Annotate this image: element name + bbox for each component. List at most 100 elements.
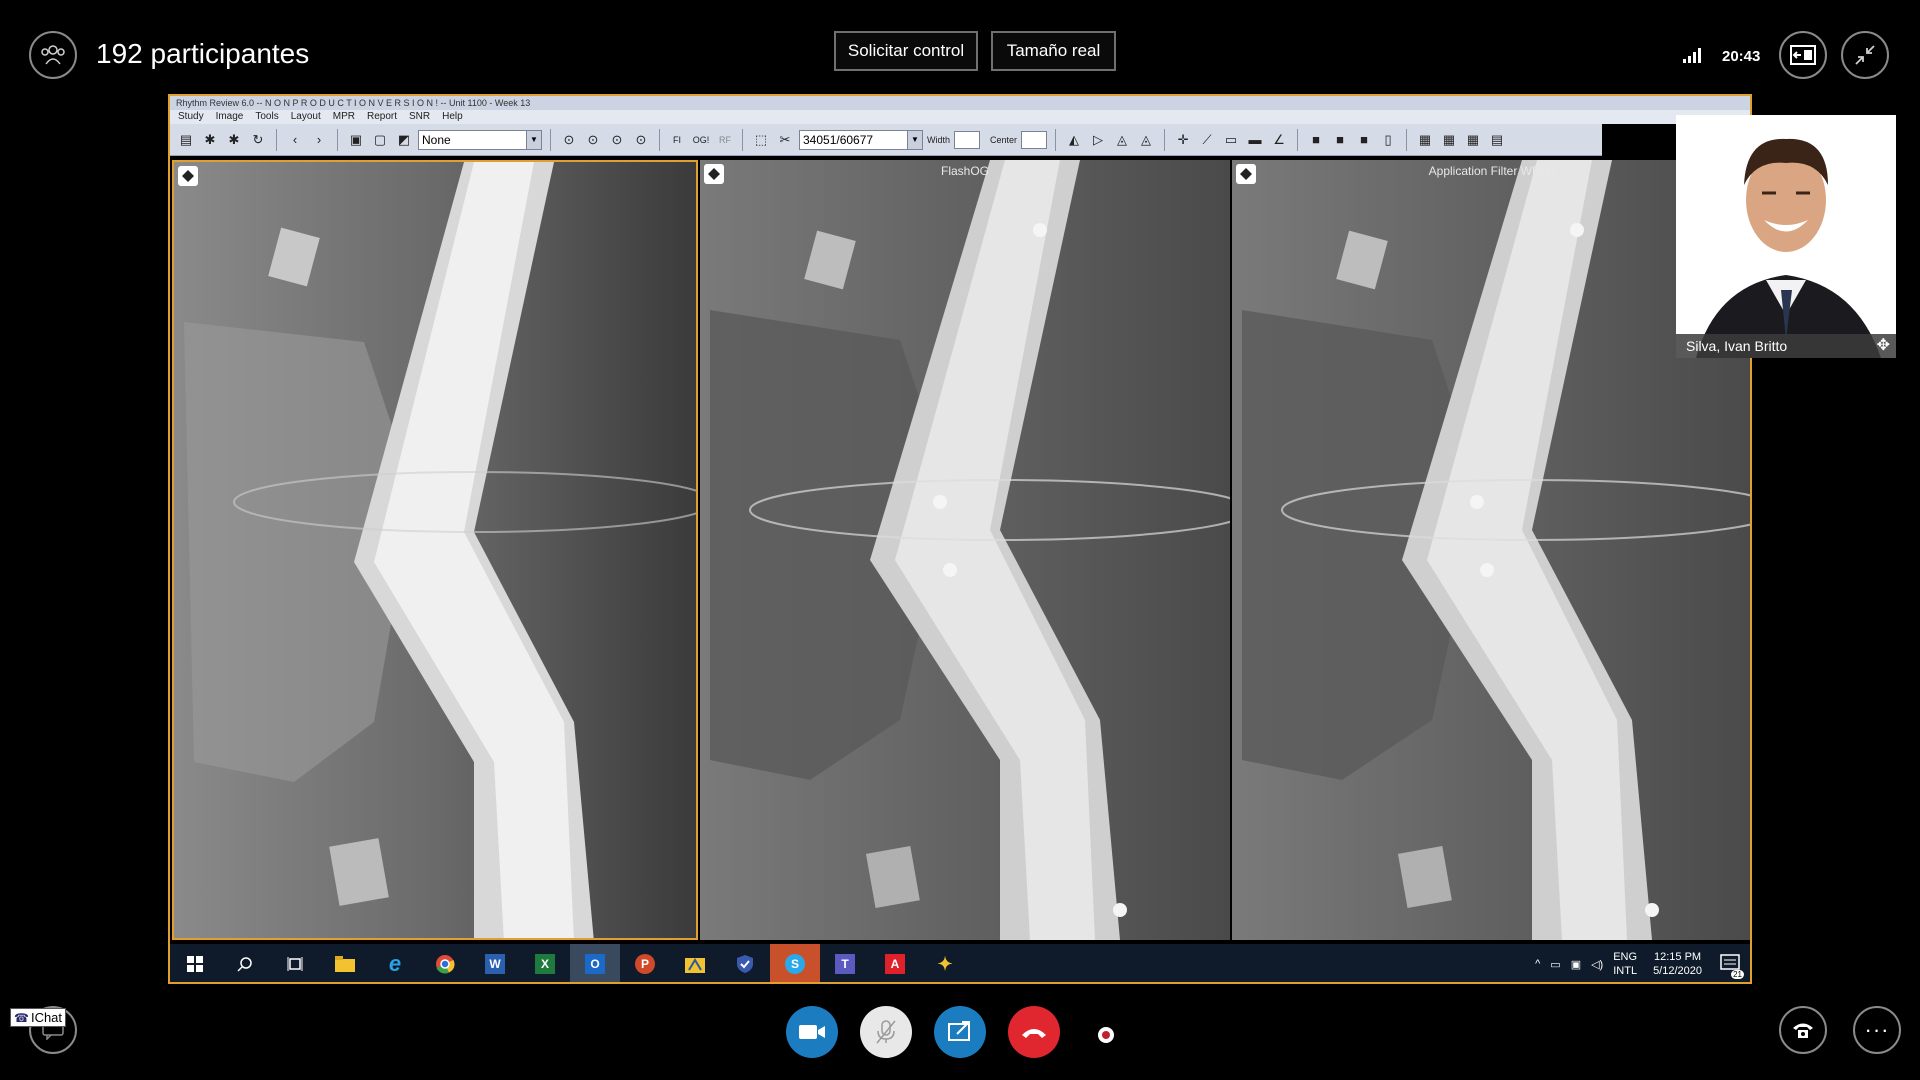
- signal-strength-icon: [1683, 48, 1701, 63]
- chevron-down-icon: ▼: [526, 130, 541, 149]
- teams-icon[interactable]: T: [820, 944, 870, 982]
- ichat-badge[interactable]: ☎ IChat: [10, 1008, 67, 1027]
- zoom-2x-icon[interactable]: ⊙: [583, 130, 603, 150]
- word-icon[interactable]: W: [470, 944, 520, 982]
- settings-gear-icon[interactable]: ✱: [200, 130, 220, 150]
- exit-fullscreen-button[interactable]: [1841, 31, 1889, 79]
- region-select-icon[interactable]: ▣: [346, 130, 366, 150]
- layout-1-icon[interactable]: ■: [1306, 130, 1326, 150]
- filter-fi[interactable]: FI: [668, 135, 686, 145]
- filter-og[interactable]: OG!: [690, 135, 712, 145]
- excel-icon[interactable]: X: [520, 944, 570, 982]
- settings-gear-alt-icon[interactable]: ✱: [224, 130, 244, 150]
- grid-3x2-icon[interactable]: ▦: [1439, 130, 1459, 150]
- powerpoint-icon[interactable]: P: [620, 944, 670, 982]
- bulb-app-icon[interactable]: ✦: [920, 944, 970, 982]
- width-input[interactable]: [954, 130, 981, 149]
- mute-button[interactable]: [860, 1006, 912, 1058]
- hang-up-button[interactable]: [1008, 1006, 1060, 1058]
- input-language[interactable]: ENG INTL: [1613, 950, 1637, 978]
- participant-video-tile[interactable]: [1676, 115, 1896, 358]
- toolbar-divider: [1406, 128, 1408, 151]
- refresh-icon[interactable]: ↻: [248, 130, 268, 150]
- share-screen-button[interactable]: [934, 1006, 986, 1058]
- filter-rf[interactable]: RF: [716, 135, 734, 145]
- windows-start-icon[interactable]: [170, 944, 220, 982]
- previous-icon[interactable]: ‹: [285, 130, 305, 150]
- system-tray: ^ ▭ ▣ ◁) ENG INTL 12:15 PM 5/12/2020 21: [1535, 944, 1744, 982]
- battery-icon[interactable]: ▭: [1550, 958, 1560, 971]
- layout-2-icon[interactable]: ■: [1330, 130, 1350, 150]
- ruler-icon[interactable]: ▬: [1245, 130, 1265, 150]
- video-toggle-button[interactable]: [786, 1006, 838, 1058]
- auto-contrast-icon[interactable]: ✂: [775, 130, 795, 150]
- crosshair-icon[interactable]: ✛: [1173, 130, 1193, 150]
- shared-screen: Rhythm Review 6.0 -- N O N P R O D U C T…: [168, 94, 1752, 984]
- grid-2x2-icon[interactable]: ▦: [1415, 130, 1435, 150]
- xray-image: [700, 160, 1230, 940]
- xray-pane-weld-filter[interactable]: Application Filter WELD: [1232, 160, 1750, 940]
- app-menu-bar: Study Image Tools Layout MPR Report SNR …: [170, 110, 1750, 124]
- menu-help[interactable]: Help: [442, 110, 463, 124]
- taskbar-clock[interactable]: 12:15 PM 5/12/2020: [1653, 950, 1702, 978]
- xray-pane-original[interactable]: [172, 160, 698, 940]
- menu-layout[interactable]: Layout: [291, 110, 321, 124]
- layout-3-icon[interactable]: ■: [1354, 130, 1374, 150]
- xray-pane-flashog[interactable]: FlashOG: [700, 160, 1230, 940]
- zoom-1x-icon[interactable]: ⊙: [559, 130, 579, 150]
- acrobat-icon[interactable]: A: [870, 944, 920, 982]
- profile-icon[interactable]: ▭: [1221, 130, 1241, 150]
- chrome-icon[interactable]: [420, 944, 470, 982]
- layout-4-icon[interactable]: ▯: [1378, 130, 1398, 150]
- flip-right-icon[interactable]: ▷: [1088, 130, 1108, 150]
- folder-app-icon[interactable]: [670, 944, 720, 982]
- task-view-icon[interactable]: [270, 944, 320, 982]
- menu-image[interactable]: Image: [216, 110, 244, 124]
- action-center-icon[interactable]: 21: [1720, 953, 1744, 979]
- menu-snr[interactable]: SNR: [409, 110, 430, 124]
- window-level-icon[interactable]: ⬚: [751, 130, 771, 150]
- shield-app-icon[interactable]: [720, 944, 770, 982]
- skype-icon[interactable]: S: [770, 944, 820, 982]
- outlook-icon[interactable]: O: [570, 944, 620, 982]
- center-input[interactable]: [1021, 130, 1048, 149]
- grid-custom-icon[interactable]: ▤: [1487, 130, 1507, 150]
- participants-button[interactable]: [29, 31, 77, 79]
- call-controls-button[interactable]: [1779, 1006, 1827, 1054]
- menu-mpr[interactable]: MPR: [333, 110, 355, 124]
- width-label: Width: [927, 134, 951, 145]
- annotate-icon[interactable]: ◩: [394, 130, 414, 150]
- toolbar-divider: [1297, 128, 1299, 151]
- open-study-icon[interactable]: ▤: [176, 130, 196, 150]
- zoom-3x-icon[interactable]: ⊙: [607, 130, 627, 150]
- participant-count: 192 participantes: [96, 38, 310, 69]
- zoom-fit-icon[interactable]: ⊙: [631, 130, 651, 150]
- actual-size-button[interactable]: Tamaño real: [991, 31, 1116, 71]
- file-explorer-icon[interactable]: [320, 944, 370, 982]
- region-clear-icon[interactable]: ▢: [370, 130, 390, 150]
- angle-icon[interactable]: ∠: [1269, 130, 1289, 150]
- search-icon[interactable]: [220, 944, 270, 982]
- popout-button[interactable]: [1779, 31, 1827, 79]
- grid-3x3-icon[interactable]: ▦: [1463, 130, 1483, 150]
- preset-select[interactable]: None ▼: [418, 129, 542, 150]
- network-icon[interactable]: ▣: [1571, 958, 1581, 971]
- next-icon[interactable]: ›: [309, 130, 329, 150]
- flip-horizontal-icon[interactable]: ◭: [1064, 130, 1084, 150]
- rotate-left-icon[interactable]: ◬: [1112, 130, 1132, 150]
- toolbar-divider: [337, 128, 338, 151]
- more-options-button[interactable]: ···: [1853, 1006, 1901, 1054]
- request-control-button[interactable]: Solicitar control: [834, 31, 978, 71]
- volume-icon[interactable]: ◁): [1591, 958, 1603, 971]
- menu-tools[interactable]: Tools: [255, 110, 278, 124]
- image-select[interactable]: 34051/60677 ▼: [799, 129, 923, 150]
- move-icon[interactable]: ✥: [1877, 334, 1890, 358]
- internet-explorer-icon[interactable]: e: [370, 944, 420, 982]
- rotate-right-icon[interactable]: ◬: [1136, 130, 1156, 150]
- menu-report[interactable]: Report: [367, 110, 397, 124]
- chevron-up-icon[interactable]: ^: [1535, 958, 1540, 970]
- view-badge-icon: [178, 166, 198, 186]
- measure-line-icon[interactable]: ⟋: [1197, 130, 1217, 150]
- menu-study[interactable]: Study: [178, 110, 204, 124]
- chevron-down-icon: ▼: [907, 130, 922, 149]
